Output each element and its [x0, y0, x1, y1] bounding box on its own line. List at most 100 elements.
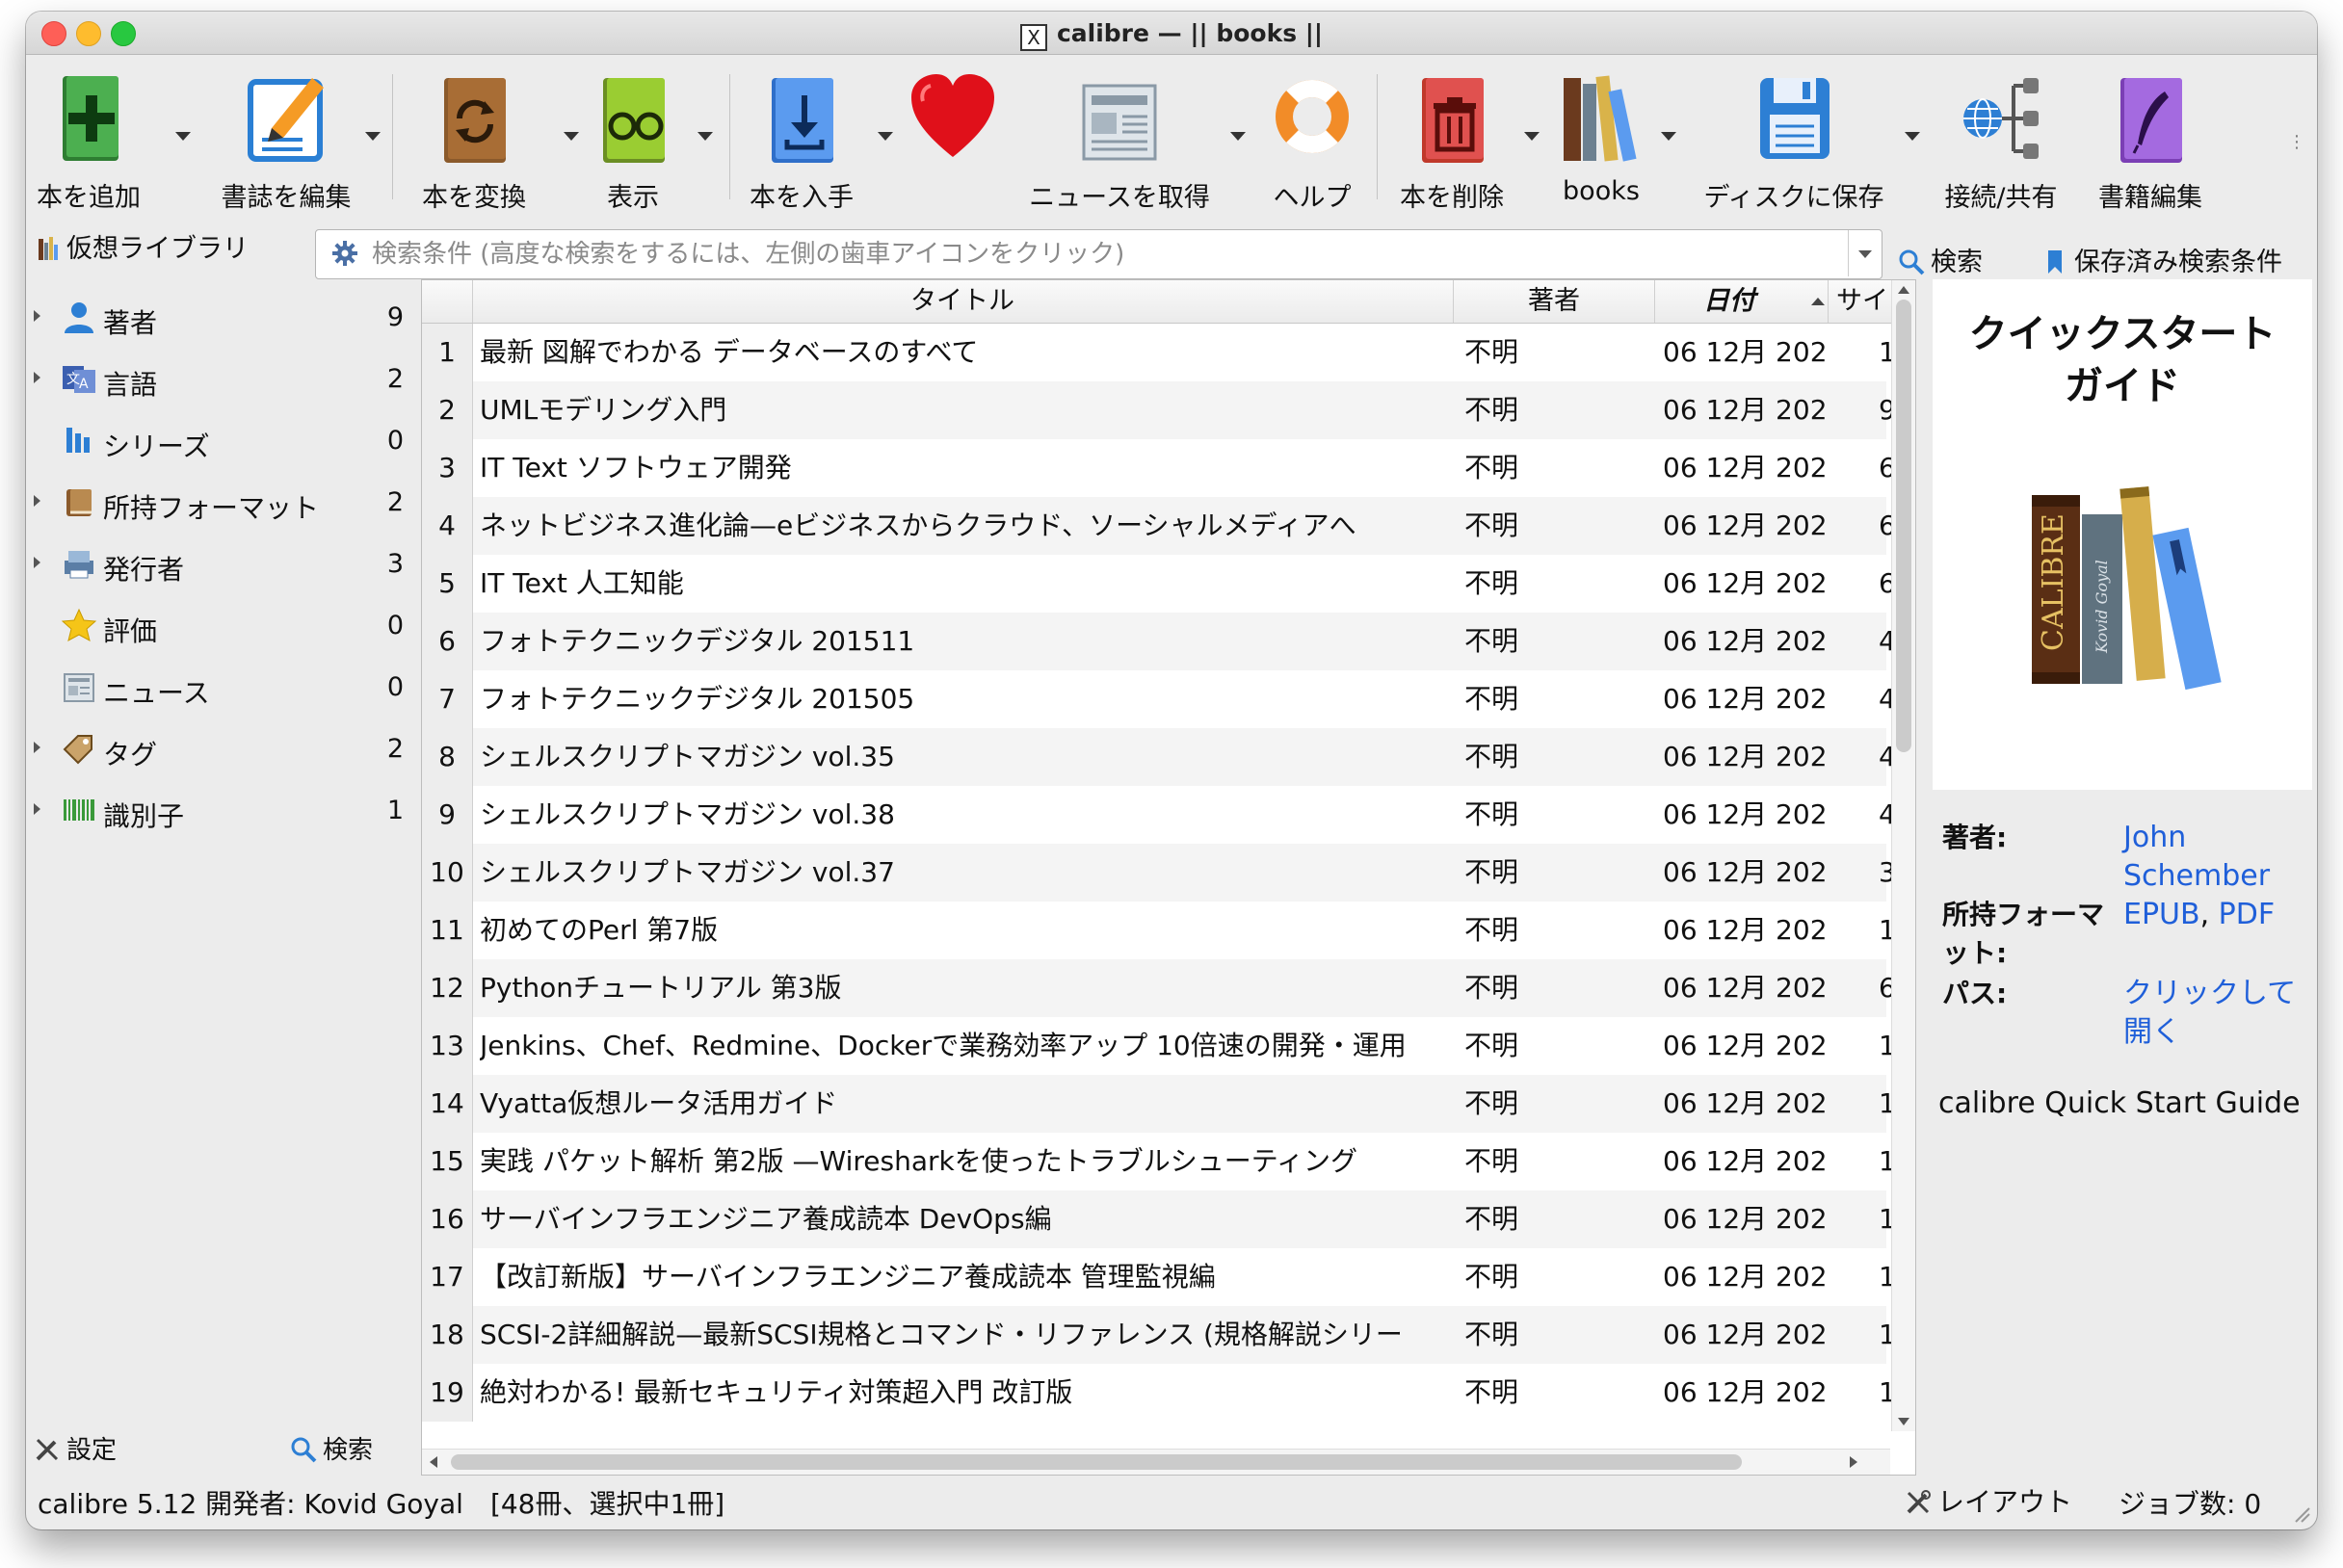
book-title-cell: 最新 図解でわかる データベースのすべて	[480, 336, 979, 368]
resize-grip-icon[interactable]	[2290, 1503, 2311, 1524]
scroll-left-arrow[interactable]	[430, 1456, 437, 1468]
help-button[interactable]: ヘルプ	[1264, 72, 1360, 217]
tag-browser-item[interactable]: 評価 0	[26, 599, 411, 653]
column-header-size[interactable]: サイ	[1829, 280, 1896, 323]
book-row[interactable]: 14 Vyatta仮想ルータ活用ガイド 不明 06 12月 202 1	[422, 1075, 1896, 1133]
fetch-news-button[interactable]: ニュースを取得	[1029, 72, 1210, 217]
book-row[interactable]: 3 IT Text ソフトウェア開発 不明 06 12月 202 6	[422, 439, 1896, 497]
search-input[interactable]	[370, 230, 1819, 278]
tag-browser-item[interactable]: 著者 9	[26, 291, 411, 345]
tag-browser-item[interactable]: 識別子 1	[26, 784, 411, 838]
remove-book-dropdown[interactable]	[1524, 132, 1540, 141]
book-title-cell: UMLモデリング入門	[480, 394, 727, 426]
vertical-scrollbar-thumb[interactable]	[1896, 300, 1911, 752]
toolbar-overflow-handle[interactable]: ⋮	[2288, 132, 2305, 152]
horizontal-scrollbar-thumb[interactable]	[451, 1454, 1742, 1470]
book-row[interactable]: 1 最新 図解でわかる データベースのすべて 不明 06 12月 202 1	[422, 324, 1896, 381]
tag-browser-item-label: タグ	[103, 739, 158, 771]
saved-searches-button[interactable]: 保存済み検索条件	[2041, 241, 2282, 278]
book-row[interactable]: 13 Jenkins、Chef、Redmine、Dockerで業務効率アップ 10…	[422, 1017, 1896, 1075]
book-row[interactable]: 17 【改訂新版】サーバインフラエンジニア養成読本 管理監視編 不明 06 12月 2…	[422, 1248, 1896, 1306]
book-row[interactable]: 7 フォトテクニックデジタル 201505 不明 06 12月 202 4	[422, 670, 1896, 728]
edit-metadata-dropdown[interactable]	[365, 132, 381, 141]
book-row[interactable]: 5 IT Text 人工知能 不明 06 12月 202 6	[422, 555, 1896, 613]
view-book-dropdown[interactable]	[698, 132, 713, 141]
tag-browser-item[interactable]: シリーズ 0	[26, 414, 411, 468]
tag-browser-item[interactable]: タグ 2	[26, 722, 411, 776]
gear-icon[interactable]	[331, 240, 358, 267]
book-row[interactable]: 16 サーバインフラエンジニア養成読本 DevOps編 不明 06 12月 202 1	[422, 1190, 1896, 1248]
book-row[interactable]: 9 シェルスクリプトマガジン vol.38 不明 06 12月 202 4	[422, 786, 1896, 844]
book-row[interactable]: 12 Pythonチュートリアル 第3版 不明 06 12月 202 6	[422, 959, 1896, 1017]
book-date-cell: 06 12月 202	[1663, 567, 1828, 599]
row-number: 16	[422, 1190, 473, 1248]
path-link[interactable]: クリックして開く	[2123, 975, 2306, 1052]
author-link[interactable]: John Schember	[2123, 819, 2316, 896]
save-to-disk-button[interactable]: ディスクに保存	[1703, 72, 1884, 217]
search-history-dropdown[interactable]	[1848, 230, 1882, 276]
scroll-right-arrow[interactable]	[1850, 1456, 1857, 1468]
expand-arrow-icon[interactable]	[34, 372, 40, 383]
get-books-dropdown[interactable]	[878, 132, 893, 141]
tag-browser-item[interactable]: 所持フォーマット 2	[26, 476, 411, 530]
book-row[interactable]: 8 シェルスクリプトマガジン vol.35 不明 06 12月 202 4	[422, 728, 1896, 786]
layout-button[interactable]: レイアウト	[1905, 1481, 2072, 1520]
book-row[interactable]: 6 フォトテクニックデジタル 201511 不明 06 12月 202 4	[422, 613, 1896, 670]
vertical-scrollbar[interactable]	[1891, 280, 1915, 1431]
horizontal-scrollbar[interactable]	[422, 1449, 1890, 1475]
publisher-icon	[65, 551, 93, 579]
book-row[interactable]: 15 実践 パケット解析 第2版 —Wiresharkを使ったトラブルシューティン…	[422, 1133, 1896, 1190]
get-books-button[interactable]: 本を入手	[749, 72, 855, 217]
path-label: パス:	[1942, 978, 2008, 1009]
jobs-indicator[interactable]: ジョブ数: 0	[2119, 1483, 2261, 1522]
column-header-date[interactable]: 日付	[1655, 280, 1829, 323]
library-books-icon	[1564, 75, 1637, 162]
book-title-cell: フォトテクニックデジタル 201511	[480, 625, 915, 657]
book-row[interactable]: 2 UMLモデリング入門 不明 06 12月 202 9	[422, 381, 1896, 439]
expand-arrow-icon[interactable]	[34, 310, 40, 322]
book-cover[interactable]: クイックスタート ガイド CALIBRE Kovid Goyal	[1933, 279, 2312, 790]
scroll-up-arrow[interactable]	[1898, 286, 1909, 294]
tag-browser-item[interactable]: ニュース 0	[26, 661, 411, 715]
remove-book-button[interactable]: 本を削除	[1399, 72, 1505, 217]
tag-browser-item[interactable]: 発行者 3	[26, 537, 411, 591]
donate-button[interactable]	[905, 72, 1001, 217]
book-row[interactable]: 10 シェルスクリプトマガジン vol.37 不明 06 12月 202 3	[422, 844, 1896, 902]
view-book-button[interactable]: 表示	[590, 72, 676, 217]
book-date-cell: 06 12月 202	[1663, 1203, 1828, 1235]
tag-browser-item[interactable]: 文 A 言語 2	[26, 353, 411, 406]
connect-share-button[interactable]: 接続/共有	[1938, 72, 2064, 217]
edit-book-button[interactable]: 書籍編集	[2097, 72, 2203, 217]
format-pdf-link[interactable]: PDF	[2219, 898, 2275, 931]
convert-book-dropdown[interactable]	[564, 132, 579, 141]
virtual-library-button[interactable]: 仮想ライブラリ	[38, 227, 249, 265]
edit-metadata-button[interactable]: 書誌を編集	[219, 72, 354, 217]
add-book-button[interactable]: 本を追加	[37, 72, 141, 217]
format-epub-link[interactable]: EPUB	[2123, 898, 2200, 931]
column-header-author[interactable]: 著者	[1454, 280, 1655, 323]
library-dropdown[interactable]	[1661, 132, 1676, 141]
expand-arrow-icon[interactable]	[34, 495, 40, 507]
search-button[interactable]: 検索	[1898, 241, 1983, 278]
heart-icon	[911, 74, 994, 157]
library-button[interactable]: books	[1558, 72, 1645, 217]
convert-book-button[interactable]: 本を変換	[416, 72, 532, 217]
book-row[interactable]: 19 絶対わかる! 最新セキュリティ対策超入門 改訂版 不明 06 12月 202 1	[422, 1364, 1896, 1422]
expand-arrow-icon[interactable]	[34, 803, 40, 815]
book-row[interactable]: 4 ネットビジネス進化論—eビジネスからクラウド、ソーシャルメディアへ 不明 06 1…	[422, 497, 1896, 555]
row-number: 15	[422, 1133, 473, 1190]
tag-browser-settings-button[interactable]: 設定	[34, 1430, 117, 1466]
add-book-dropdown[interactable]	[175, 132, 191, 141]
expand-arrow-icon[interactable]	[34, 742, 40, 753]
expand-arrow-icon[interactable]	[34, 557, 40, 568]
scroll-down-arrow[interactable]	[1898, 1418, 1909, 1425]
row-number: 17	[422, 1248, 473, 1306]
column-header-title[interactable]: タイトル	[472, 280, 1454, 323]
book-row[interactable]: 11 初めてのPerl 第7版 不明 06 12月 202 1	[422, 902, 1896, 959]
tag-browser-find-button[interactable]: 検索	[290, 1430, 373, 1466]
cover-title: クイックスタート ガイド	[1968, 312, 2277, 408]
svg-text:Kovid Goyal: Kovid Goyal	[2093, 560, 2111, 654]
save-to-disk-dropdown[interactable]	[1905, 132, 1920, 141]
book-row[interactable]: 18 SCSI-2詳細解説—最新SCSI規格とコマンド・リファレンス (規格解説シ…	[422, 1306, 1896, 1364]
fetch-news-dropdown[interactable]	[1230, 132, 1246, 141]
